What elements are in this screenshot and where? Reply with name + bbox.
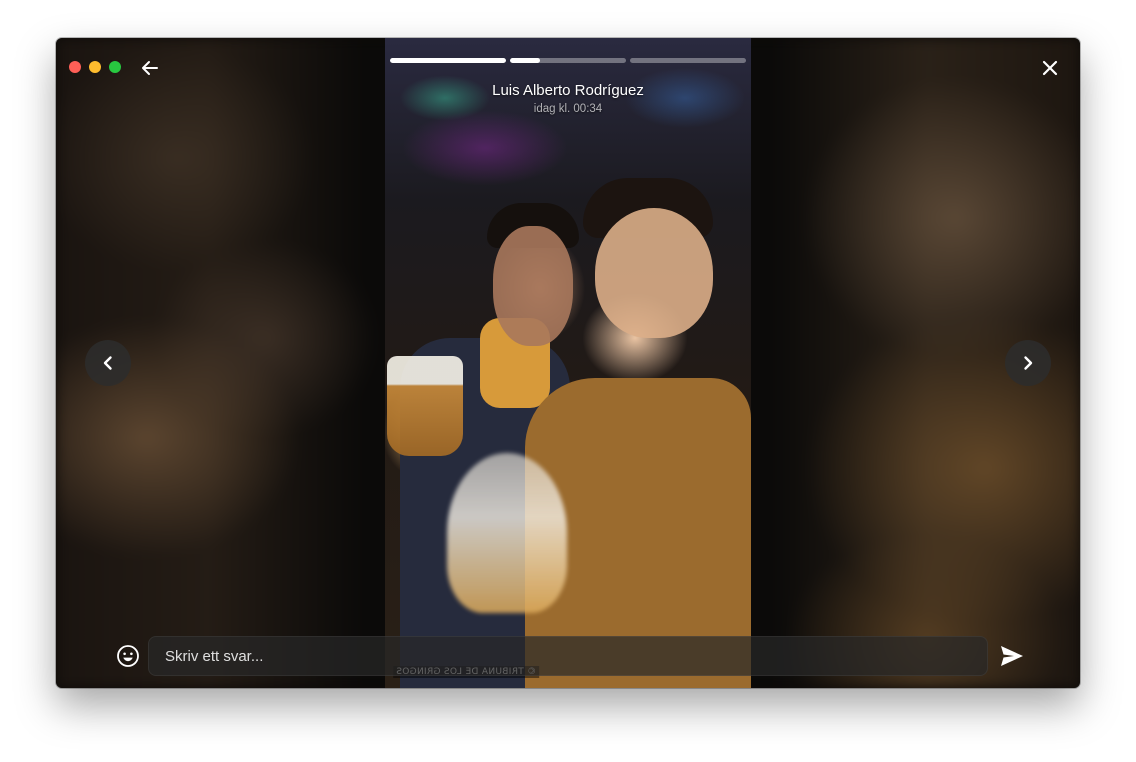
story-media[interactable]: © TRIBUNA DE LOS GRINGOS (385, 38, 751, 688)
close-button[interactable] (1038, 56, 1062, 80)
story-progress-bar (390, 58, 746, 64)
progress-segment (510, 58, 626, 63)
next-story-button[interactable] (1005, 340, 1051, 386)
send-button[interactable] (999, 644, 1025, 668)
emoji-button[interactable] (116, 644, 140, 668)
previous-story-button[interactable] (85, 340, 131, 386)
send-icon (1001, 646, 1023, 666)
smiley-icon (117, 645, 139, 667)
close-icon (1042, 60, 1058, 76)
arrow-left-icon (142, 61, 158, 75)
progress-fill (390, 58, 506, 63)
chevron-left-icon (103, 356, 112, 370)
reply-input[interactable] (163, 646, 987, 666)
window-zoom-button[interactable] (109, 61, 121, 73)
story-author-name[interactable]: Luis Alberto Rodríguez (385, 82, 751, 99)
window-close-button[interactable] (69, 61, 81, 73)
reply-box[interactable] (148, 636, 988, 676)
progress-segment (630, 58, 746, 63)
story-timestamp: idag kl. 00:34 (533, 103, 603, 115)
back-button[interactable] (138, 56, 162, 80)
story-viewer-window: © TRIBUNA DE LOS GRINGOS Luis Alberto Ro… (56, 38, 1080, 688)
progress-segment (390, 58, 506, 63)
chevron-right-icon (1024, 356, 1033, 370)
window-minimize-button[interactable] (89, 61, 101, 73)
progress-fill (510, 58, 541, 63)
